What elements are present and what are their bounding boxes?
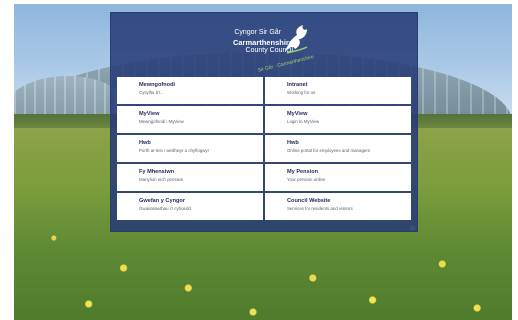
card-title: Hwb <box>139 140 151 146</box>
card-subtitle: Mewngofnodi i MyView <box>139 119 184 124</box>
card-subtitle: Working for us <box>287 90 316 95</box>
card-subtitle: Your pension online <box>287 177 326 182</box>
card-title: Intranet <box>287 82 308 88</box>
card-title: Gwefan y Cyngor <box>139 198 186 204</box>
card-title: MyView <box>139 111 160 117</box>
dragon-icon <box>285 25 308 54</box>
logo-tagline: Sir Gâr · Carmarthenshire <box>257 54 315 74</box>
card-title: My Pension <box>287 169 319 175</box>
card-subtitle: Services for residents and visitors <box>287 206 353 211</box>
card-subtitle: Login to MyView <box>287 119 320 124</box>
card-my-pension[interactable]: My Pension Your pension online <box>265 164 411 191</box>
card-title: Council Website <box>287 198 331 204</box>
card-council-website[interactable]: Council Website Services for residents a… <box>265 193 411 220</box>
logo-welsh-name: Cyngor Sir Gâr <box>234 29 281 36</box>
card-myview-en[interactable]: MyView Login to MyView <box>265 106 411 133</box>
card-subtitle: Online portal for employees and managers <box>287 148 370 153</box>
card-hwb-cy[interactable]: Hwb Porth ar-lein i weithwyr a chyflogwy… <box>117 135 263 162</box>
card-intranet[interactable]: Intranet Working for us <box>265 77 411 104</box>
card-subtitle: Cysylltu â'r... <box>139 90 164 95</box>
card-fy-mhensiwn[interactable]: Fy Mhensiwn Manylion eich pensiwn <box>117 164 263 191</box>
card-title: MyView <box>287 111 308 117</box>
link-grid: Mewngofnodi Cysylltu â'r... Intranet Wor… <box>117 77 411 220</box>
card-subtitle: Gwasanaethau i'r cyhoedd <box>139 206 191 211</box>
card-subtitle: Porth ar-lein i weithwyr a chyflogwyr <box>139 148 210 153</box>
card-mewngofnodi[interactable]: Mewngofnodi Cysylltu â'r... <box>117 77 263 104</box>
card-title: Mewngofnodi <box>139 82 176 88</box>
card-myview-cy[interactable]: MyView Mewngofnodi i MyView <box>117 106 263 133</box>
card-title: Fy Mhensiwn <box>139 169 175 175</box>
card-title: Hwb <box>287 140 299 146</box>
card-hwb-en[interactable]: Hwb Online portal for employees and mana… <box>265 135 411 162</box>
card-subtitle: Manylion eich pensiwn <box>139 177 184 182</box>
council-logo[interactable]: Cyngor Sir Gâr Carmarthenshire County Co… <box>219 21 315 75</box>
card-gwefan-cyngor[interactable]: Gwefan y Cyngor Gwasanaethau i'r cyhoedd <box>117 193 263 220</box>
portal-panel: Cyngor Sir Gâr Carmarthenshire County Co… <box>110 12 418 232</box>
